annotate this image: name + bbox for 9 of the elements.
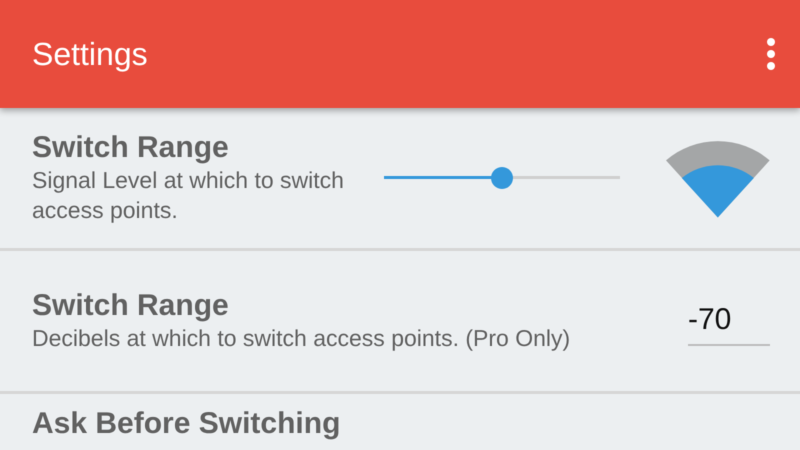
setting-title: Ask Before Switching bbox=[32, 406, 340, 442]
setting-description: Decibels at which to switch access points. (Pro Only) bbox=[32, 324, 570, 354]
overflow-menu-icon[interactable] bbox=[766, 37, 776, 71]
app-title: Settings bbox=[32, 35, 148, 74]
setting-description: Signal Level at which to switch access points. bbox=[32, 166, 345, 225]
setting-title: Switch Range bbox=[32, 130, 230, 166]
slider-thumb[interactable] bbox=[491, 167, 514, 189]
number-field[interactable]: -70 bbox=[688, 296, 770, 346]
setting-title: Switch Range bbox=[32, 288, 230, 324]
